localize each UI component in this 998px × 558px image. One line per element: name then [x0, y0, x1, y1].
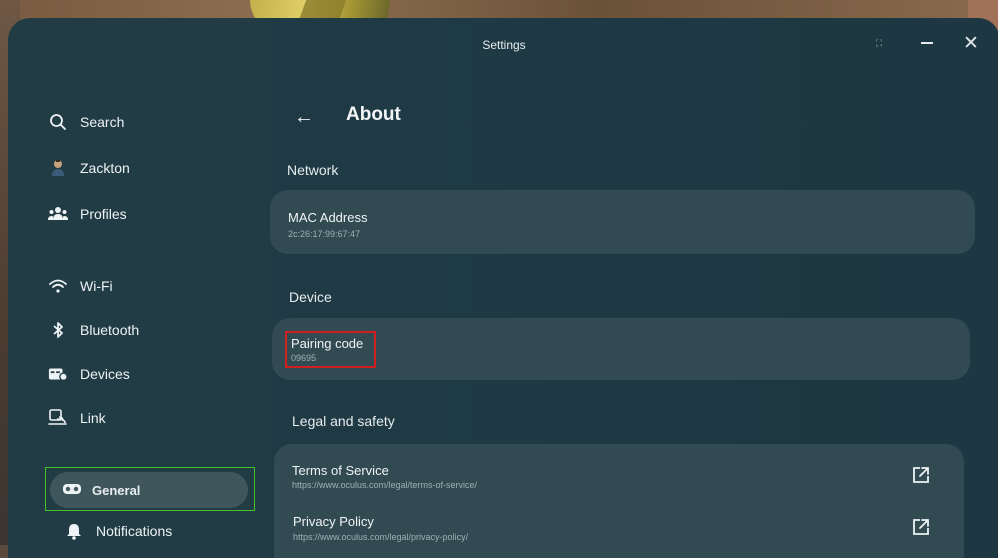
section-legal-heading: Legal and safety [292, 413, 395, 429]
sidebar-item-label: Link [80, 410, 106, 426]
sidebar-item-general[interactable]: General [50, 472, 248, 508]
wifi-icon [48, 276, 68, 296]
headset-icon [62, 482, 82, 499]
sidebar-item-bluetooth[interactable]: Bluetooth [48, 314, 139, 346]
title-bar[interactable]: Settings ⛶ ✕ [8, 18, 998, 72]
row-value: https://www.oculus.com/legal/terms-of-se… [292, 480, 478, 490]
section-network-heading: Network [287, 162, 339, 178]
sidebar-item-label: Bluetooth [80, 322, 140, 338]
row-title: Privacy Policy [293, 514, 374, 529]
privacy-policy-row[interactable]: Privacy Policy https://www.oculus.com/le… [274, 498, 964, 554]
pairing-code-card[interactable]: Pairing code 09695 [272, 318, 970, 380]
general-highlight-box: General [45, 467, 255, 511]
sidebar-item-label: Wi-Fi [80, 278, 113, 294]
bluetooth-icon [48, 320, 68, 340]
sidebar-item-label: Notifications [96, 523, 173, 539]
close-button[interactable]: ✕ [958, 30, 984, 56]
legal-card: Terms of Service https://www.oculus.com/… [274, 444, 964, 558]
mac-address-card[interactable]: MAC Address 2c:26:17:99:67:47 [270, 190, 975, 254]
sidebar-item-label: Zackton [80, 160, 130, 176]
window-title: Settings [482, 38, 526, 52]
expand-icon[interactable]: ⛶ [866, 30, 892, 56]
people-icon [48, 204, 68, 224]
sidebar-item-notifications[interactable]: Notifications [64, 515, 172, 547]
page-title: About [346, 104, 401, 125]
main-panel: ← About Network MAC Address 2c:26:17:99:… [270, 72, 998, 558]
sidebar-item-profiles[interactable]: Profiles [48, 198, 127, 230]
row-value: 2c:26:17:99:67:47 [288, 229, 361, 239]
sidebar-item-profile[interactable]: Zackton [48, 152, 130, 184]
external-link-icon [913, 467, 929, 483]
row-value: https://www.oculus.com/legal/privacy-pol… [293, 532, 469, 542]
sidebar: Search Zackton Profiles Wi-Fi Bluetooth [8, 72, 270, 558]
row-title: Terms of Service [292, 463, 389, 478]
sidebar-item-label: Devices [80, 366, 130, 382]
row-value: 09695 [291, 353, 317, 363]
link-icon [48, 408, 68, 428]
row-title: MAC Address [288, 210, 368, 225]
sidebar-item-link[interactable]: Link [48, 402, 106, 434]
user-avatar-icon [48, 158, 68, 178]
sidebar-item-label: Profiles [80, 206, 127, 222]
sidebar-item-label: Search [80, 114, 125, 130]
row-title: Pairing code [291, 336, 364, 351]
settings-window: Settings ⛶ ✕ Search Zackton Profiles Wi-… [8, 18, 998, 558]
section-device-heading: Device [289, 289, 332, 305]
minimize-button[interactable] [914, 30, 940, 56]
search-icon [48, 112, 68, 132]
sidebar-item-label: General [92, 482, 141, 498]
sidebar-item-wifi[interactable]: Wi-Fi [48, 270, 113, 302]
sidebar-item-devices[interactable]: Devices [48, 358, 130, 390]
external-link-icon [913, 519, 929, 535]
devices-icon [48, 364, 68, 384]
back-arrow-icon[interactable]: ← [294, 106, 314, 129]
terms-of-service-row[interactable]: Terms of Service https://www.oculus.com/… [274, 444, 964, 498]
sidebar-item-search[interactable]: Search [48, 106, 124, 138]
bell-icon [64, 521, 84, 541]
